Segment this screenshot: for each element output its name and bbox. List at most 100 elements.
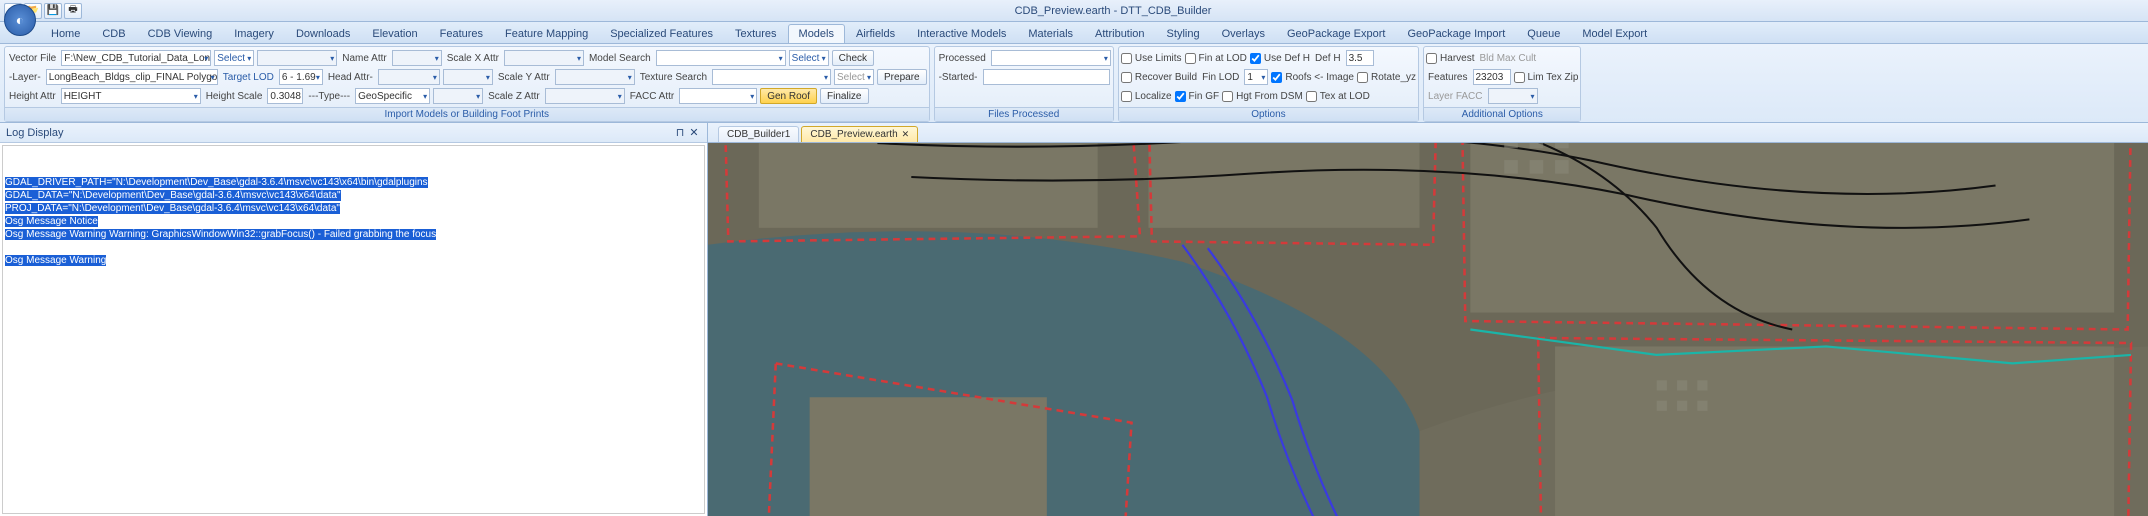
log-line: Osg Message Warning	[5, 255, 106, 266]
layer-label: -Layer-	[7, 72, 43, 83]
name-attr-label: Name Attr	[340, 53, 388, 64]
prepare-button[interactable]: Prepare	[877, 69, 927, 85]
bld-max-label: Bld Max Cult	[1477, 53, 1538, 64]
localize-check[interactable]: Localize	[1121, 91, 1172, 102]
log-line: PROJ_DATA="N:\Development\Dev_Base\gdal-…	[5, 203, 340, 214]
head-attr-field[interactable]	[378, 69, 440, 85]
finalize-button[interactable]: Finalize	[820, 88, 868, 104]
lim-tex-check[interactable]: Lim Tex Zip	[1514, 72, 1579, 83]
use-def-h-check[interactable]: Use Def H	[1250, 53, 1310, 64]
ribbon-tab-attribution[interactable]: Attribution	[1084, 24, 1156, 43]
fin-gf-check[interactable]: Fin GF	[1175, 91, 1220, 102]
type-label: ---Type---	[306, 91, 352, 102]
vector-file-field[interactable]: F:\New_CDB_Tutorial_Data_LongBe	[61, 50, 211, 66]
group-files-processed: Processed -Started- Files Processed	[934, 46, 1114, 122]
facc-attr-input[interactable]	[679, 88, 757, 104]
gen-roof-button[interactable]: Gen Roof	[760, 88, 817, 104]
facc-attr-field[interactable]	[545, 88, 625, 104]
log-body[interactable]: GDAL_DRIVER_PATH="N:\Development\Dev_Bas…	[2, 145, 705, 514]
tex-at-lod-check[interactable]: Tex at LOD	[1306, 91, 1370, 102]
tab-cdb-builder[interactable]: CDB_Builder1	[718, 126, 799, 142]
check-button[interactable]: Check	[832, 50, 874, 66]
select-dropdown[interactable]: Select	[214, 50, 254, 66]
scaley-label: Scale Y Attr	[496, 72, 552, 83]
app-button[interactable]: ◐	[4, 4, 36, 36]
ribbon-tab-imagery[interactable]: Imagery	[223, 24, 285, 43]
titlebar: ▫ 📂 💾 🖶 CDB_Preview.earth - DTT_CDB_Buil…	[0, 0, 2148, 22]
height-scale-field[interactable]: 0.3048	[267, 88, 303, 104]
scalex-label: Scale X Attr	[445, 53, 501, 64]
ribbon-tab-models[interactable]: Models	[788, 24, 845, 43]
save-icon[interactable]: 💾	[44, 3, 62, 19]
height-attr-field[interactable]: HEIGHT	[61, 88, 201, 104]
ribbon-tab-elevation[interactable]: Elevation	[361, 24, 428, 43]
select2-dropdown[interactable]: Select	[789, 50, 829, 66]
close-log-icon[interactable]: ✕	[687, 126, 701, 139]
close-tab-icon[interactable]: ✕	[902, 129, 910, 140]
facc-attr-label: FACC Attr	[628, 91, 676, 102]
log-line: GDAL_DATA="N:\Development\Dev_Base\gdal-…	[5, 190, 341, 201]
ribbon-tab-queue[interactable]: Queue	[1516, 24, 1571, 43]
model-search-input[interactable]	[656, 50, 786, 66]
ribbon-tab-feature-mapping[interactable]: Feature Mapping	[494, 24, 599, 43]
ribbon-tab-home[interactable]: Home	[40, 24, 91, 43]
pin-icon[interactable]: ⊓	[673, 126, 687, 139]
ribbon-tab-overlays[interactable]: Overlays	[1211, 24, 1276, 43]
ribbon-tab-textures[interactable]: Textures	[724, 24, 788, 43]
fin-lod-label: Fin LOD	[1200, 72, 1241, 83]
ribbon-tab-model-export[interactable]: Model Export	[1571, 24, 1658, 43]
recover-build-check[interactable]: Recover Build	[1121, 72, 1197, 83]
log-line: GDAL_DRIVER_PATH="N:\Development\Dev_Bas…	[5, 177, 428, 188]
model-search-field[interactable]	[504, 50, 584, 66]
ribbon-tab-cdb-viewing[interactable]: CDB Viewing	[137, 24, 224, 43]
target-lod-label: Target LOD	[221, 72, 276, 83]
document-tabs: CDB_Builder1 CDB_Preview.earth✕	[708, 123, 2148, 143]
log-line: Osg Message Notice	[5, 216, 98, 227]
select3-dropdown[interactable]: Select	[834, 69, 874, 85]
ribbon-tab-features[interactable]: Features	[429, 24, 494, 43]
group-import-label: Import Models or Building Foot Prints	[5, 107, 929, 121]
fin-lod-field[interactable]: 1	[1244, 69, 1268, 85]
tab-cdb-preview[interactable]: CDB_Preview.earth✕	[801, 126, 918, 142]
ribbon-tab-geopackage-export[interactable]: GeoPackage Export	[1276, 24, 1396, 43]
texture-search-input[interactable]	[712, 69, 831, 85]
ribbon-tab-styling[interactable]: Styling	[1156, 24, 1211, 43]
texture-search-field[interactable]	[555, 69, 635, 85]
def-h-field[interactable]: 3.5	[1346, 50, 1374, 66]
ribbon-tab-materials[interactable]: Materials	[1017, 24, 1084, 43]
ribbon-tab-interactive-models[interactable]: Interactive Models	[906, 24, 1017, 43]
rotate-yz-check[interactable]: Rotate_yz	[1357, 72, 1416, 83]
ribbon-tab-cdb[interactable]: CDB	[91, 24, 136, 43]
ribbon-tab-airfields[interactable]: Airfields	[845, 24, 906, 43]
type-field[interactable]: GeoSpecific	[355, 88, 430, 104]
ribbon-tab-geopackage-import[interactable]: GeoPackage Import	[1396, 24, 1516, 43]
scalez-field[interactable]	[433, 88, 483, 104]
print-icon[interactable]: 🖶	[64, 3, 82, 19]
scalex-field[interactable]	[392, 50, 442, 66]
ribbon-tab-downloads[interactable]: Downloads	[285, 24, 361, 43]
started-field	[983, 69, 1110, 85]
ribbon-tab-specialized-features[interactable]: Specialized Features	[599, 24, 724, 43]
hgt-dsm-check[interactable]: Hgt From DSM	[1222, 91, 1303, 102]
processed-field[interactable]	[991, 50, 1111, 66]
window-title: CDB_Preview.earth - DTT_CDB_Builder	[82, 5, 2144, 17]
harvest-check[interactable]: Harvest	[1426, 53, 1474, 64]
height-scale-label: Height Scale	[204, 91, 265, 102]
ribbon-tab-strip: ◐ HomeCDBCDB ViewingImageryDownloadsElev…	[0, 22, 2148, 44]
height-attr-label: Height Attr	[7, 91, 58, 102]
map-viewport[interactable]	[708, 143, 2148, 516]
log-title: Log Display	[6, 127, 63, 139]
layer-facc-field[interactable]	[1488, 88, 1538, 104]
group-options-label: Options	[1119, 107, 1418, 121]
processed-label: Processed	[937, 53, 988, 64]
fin-at-lod-check[interactable]: Fin at LOD	[1185, 53, 1247, 64]
scaley-field[interactable]	[443, 69, 493, 85]
name-attr-field[interactable]	[257, 50, 337, 66]
head-attr-label: Head Attr-	[326, 72, 375, 83]
roofs-image-check[interactable]: Roofs <- Image	[1271, 72, 1354, 83]
layer-field[interactable]: LongBeach_Bldgs_clip_FINAL Polygons	[46, 69, 218, 85]
use-limits-check[interactable]: Use Limits	[1121, 53, 1182, 64]
target-lod-field[interactable]: 6 - 1.69	[279, 69, 323, 85]
features-field[interactable]: 23203	[1473, 69, 1511, 85]
group-files-label: Files Processed	[935, 107, 1113, 121]
